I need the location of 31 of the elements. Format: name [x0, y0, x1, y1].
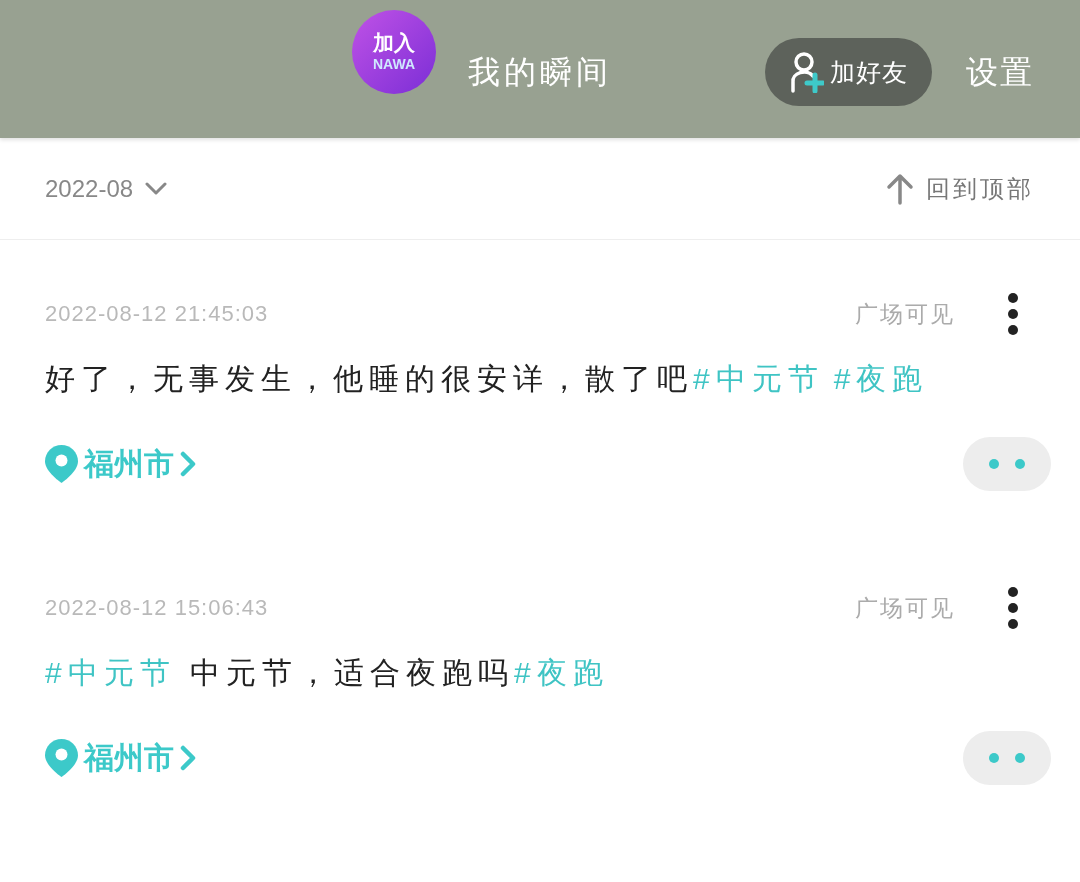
settings-link[interactable]: 设置 — [966, 50, 1034, 94]
hashtag-link[interactable]: #中元节 — [45, 656, 176, 689]
chevron-right-icon — [180, 451, 196, 477]
hashtag-link[interactable]: #夜跑 — [514, 656, 609, 689]
two-dots-icon — [989, 459, 1025, 469]
post-timestamp: 2022-08-12 15:06:43 — [45, 594, 269, 622]
visibility-label: 广场可见 — [855, 594, 955, 623]
hashtag-link[interactable]: #中元节 — [693, 362, 824, 395]
avatar-brand-text: NAWA — [373, 55, 415, 73]
location-link[interactable]: 福州市 — [45, 444, 196, 484]
month-selector[interactable]: 2022-08 — [45, 172, 168, 205]
chevron-down-icon — [145, 182, 168, 195]
visibility-label: 广场可见 — [855, 300, 955, 329]
chevron-right-icon — [180, 745, 196, 771]
post-text: 好了，无事发生，他睡的很安详，散了吧#中元节 #夜跑 — [45, 361, 930, 397]
location-link[interactable]: 福州市 — [45, 738, 196, 778]
map-pin-icon — [45, 445, 78, 483]
map-pin-icon — [45, 739, 78, 777]
hashtag-link[interactable]: #夜跑 — [833, 362, 929, 395]
arrow-up-icon — [886, 172, 914, 205]
add-friend-button[interactable]: 加好友 — [765, 38, 932, 106]
avatar-badge[interactable]: 加入 NAWA — [352, 10, 436, 94]
page-title: 我的瞬间 — [468, 53, 612, 92]
post-text: #中元节 中元节，适合夜跑吗#夜跑 — [45, 655, 610, 691]
more-options-icon[interactable] — [1007, 292, 1019, 336]
person-add-icon — [789, 51, 824, 93]
two-dots-icon — [989, 753, 1025, 763]
post-timestamp: 2022-08-12 21:45:03 — [45, 300, 269, 328]
avatar-text: 加入 — [373, 31, 415, 55]
more-options-icon[interactable] — [1007, 586, 1019, 630]
back-to-top-button[interactable]: 回到顶部 — [886, 172, 1034, 205]
